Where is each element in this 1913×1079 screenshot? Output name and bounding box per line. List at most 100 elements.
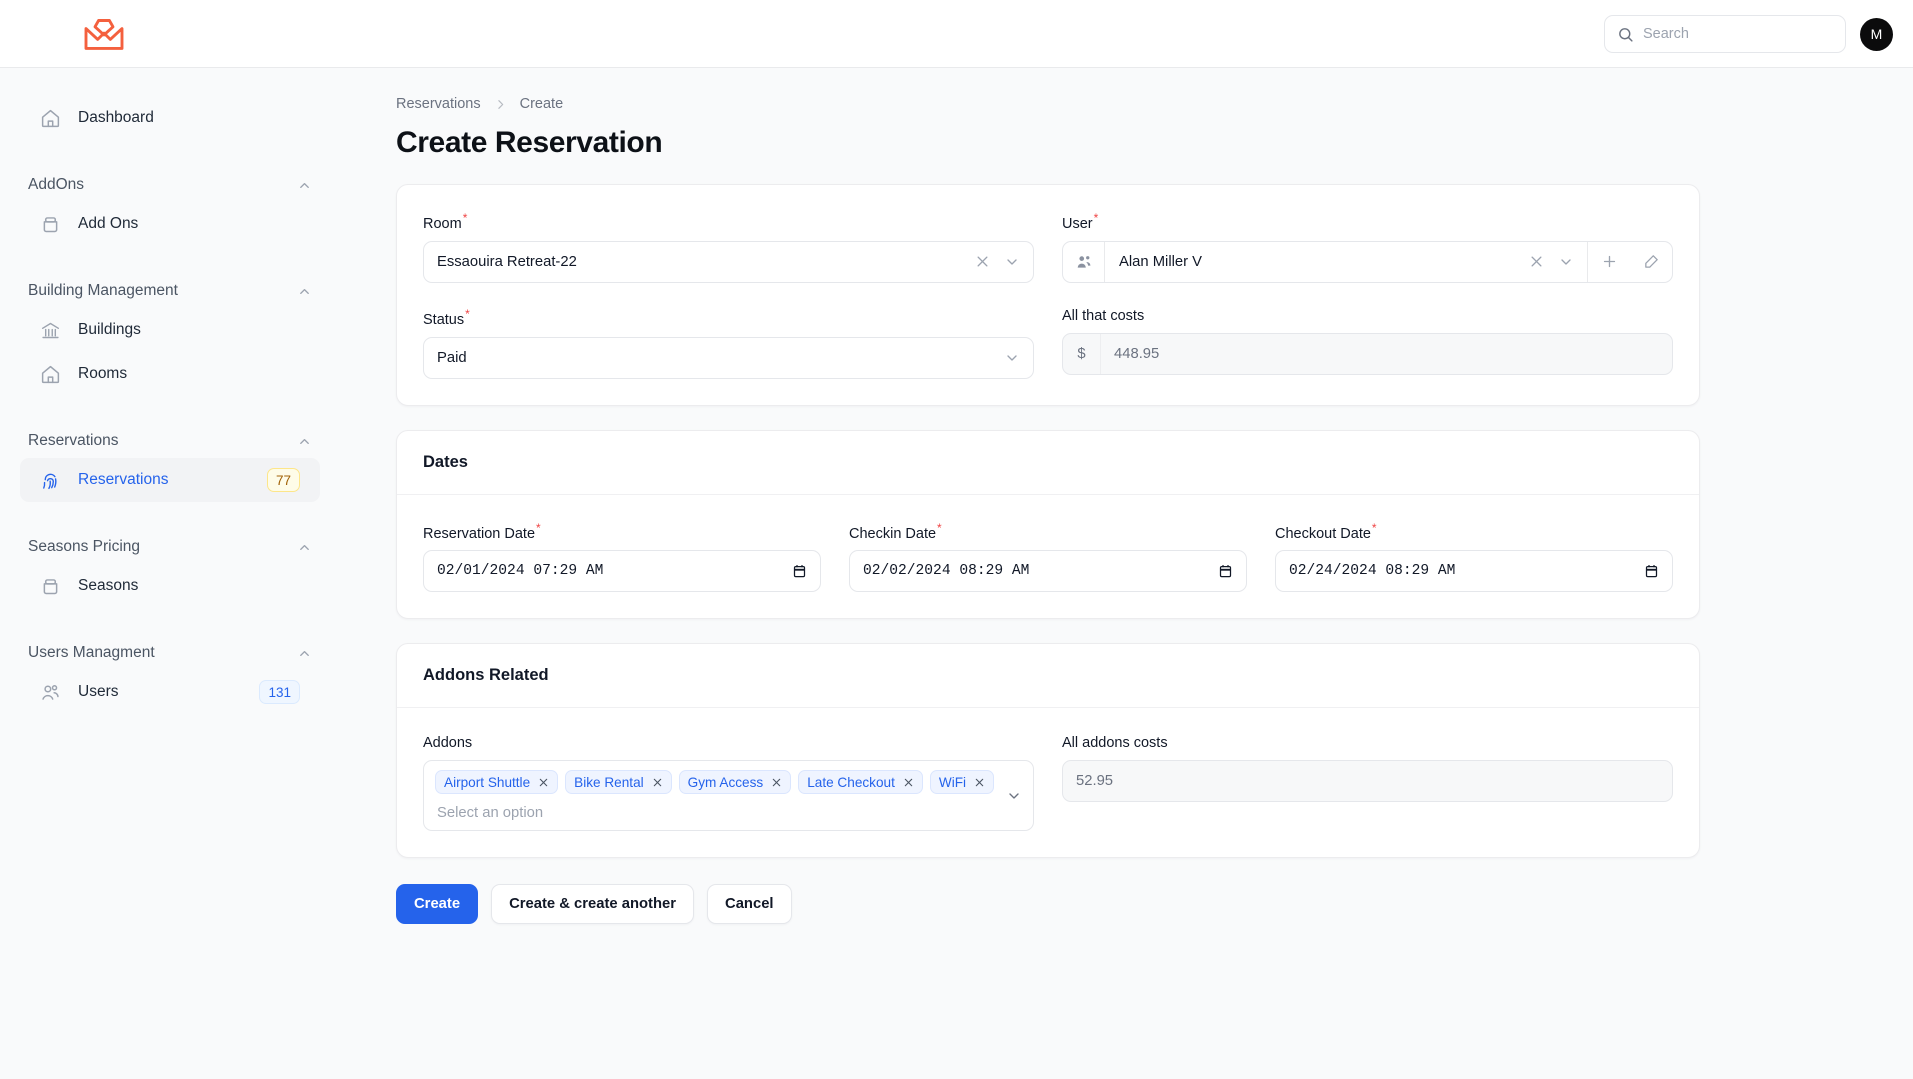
clear-icon[interactable] [1529, 254, 1544, 269]
close-icon[interactable] [538, 777, 549, 788]
box-icon [40, 214, 61, 235]
sidebar-group-label: Building Management [28, 282, 178, 300]
addons-tag-list: Airport Shuttle Bike Rental [435, 770, 998, 794]
chevron-down-icon[interactable] [1558, 254, 1574, 270]
field-room: Room* Essaouira Retreat-22 [423, 211, 1034, 283]
addon-tag-label: Bike Rental [574, 775, 644, 790]
calendar-icon[interactable] [1644, 563, 1659, 579]
field-addons-label: Addons [423, 735, 472, 751]
checkout-date-value: 02/24/2024 08:29 AM [1289, 563, 1455, 579]
sidebar-item-buildings[interactable]: Buildings [20, 308, 320, 352]
clear-icon[interactable] [975, 254, 990, 269]
sidebar-group-label: Seasons Pricing [28, 538, 140, 556]
breadcrumb: Reservations Create [396, 96, 1700, 112]
checkout-date-input[interactable]: 02/24/2024 08:29 AM [1275, 550, 1673, 592]
user-select[interactable]: Alan Miller V [1062, 241, 1673, 283]
edit-user-button[interactable] [1630, 242, 1672, 282]
create-and-create-another-button[interactable]: Create & create another [491, 884, 694, 924]
field-checkout-date: Checkout Date* 02/24/2024 08:29 AM [1275, 521, 1673, 593]
form-actions: Create Create & create another Cancel [396, 884, 1700, 964]
chevron-up-icon [297, 284, 312, 299]
sidebar-item-rooms[interactable]: Rooms [20, 352, 320, 396]
addons-card-title: Addons Related [397, 644, 1699, 708]
chevron-down-icon[interactable] [1004, 254, 1020, 270]
create-button[interactable]: Create [396, 884, 478, 924]
calendar-icon[interactable] [792, 563, 807, 579]
field-reservation-date: Reservation Date* 02/01/2024 07:29 AM [423, 521, 821, 593]
required-asterisk: * [536, 521, 541, 535]
sidebar-group-reservations[interactable]: Reservations [20, 424, 320, 458]
close-icon[interactable] [974, 777, 985, 788]
sidebar-item-seasons[interactable]: Seasons [20, 564, 320, 608]
field-status-label: Status* [423, 307, 470, 328]
calendar-icon[interactable] [1218, 563, 1233, 579]
checkin-date-input[interactable]: 02/02/2024 08:29 AM [849, 550, 1247, 592]
bank-icon [40, 320, 61, 341]
all-that-costs-value: 448.95 [1101, 346, 1159, 362]
sidebar-group-seasons-pricing[interactable]: Seasons Pricing [20, 530, 320, 564]
required-asterisk: * [1094, 211, 1099, 225]
cancel-button[interactable]: Cancel [707, 884, 792, 924]
fingerprint-icon [40, 470, 61, 491]
sidebar-item-reservations[interactable]: Reservations 77 [20, 458, 320, 502]
top-header-bar: M [0, 0, 1913, 68]
close-icon[interactable] [903, 777, 914, 788]
room-select[interactable]: Essaouira Retreat-22 [423, 241, 1034, 283]
reservation-date-input[interactable]: 02/01/2024 07:29 AM [423, 550, 821, 592]
chevron-up-icon [297, 178, 312, 193]
sidebar-group-building-management[interactable]: Building Management [20, 274, 320, 308]
field-all-addons-costs-label: All addons costs [1062, 735, 1168, 751]
sidebar-item-label: Users [78, 683, 118, 701]
field-room-label: Room* [423, 211, 467, 232]
chevron-up-icon [297, 434, 312, 449]
addon-tag: Late Checkout [798, 770, 923, 794]
page-title: Create Reservation [396, 126, 1700, 160]
create-user-button[interactable] [1588, 242, 1630, 282]
sidebar-group-label: Reservations [28, 432, 118, 450]
sidebar-item-users[interactable]: Users 131 [20, 670, 320, 714]
sidebar: Dashboard AddOns Add Ons Building Manage… [0, 68, 340, 1079]
chevron-right-icon [494, 98, 507, 111]
status-select[interactable]: Paid [423, 337, 1034, 379]
field-checkout-date-label: Checkout Date* [1275, 521, 1377, 542]
addons-placeholder[interactable]: Select an option [437, 805, 998, 821]
envelope-logo[interactable] [82, 16, 126, 52]
field-reservation-date-label: Reservation Date* [423, 521, 541, 542]
breadcrumb-parent[interactable]: Reservations [396, 96, 481, 112]
chevron-down-icon[interactable] [1004, 350, 1020, 366]
sidebar-item-label: Buildings [78, 321, 141, 339]
sidebar-item-add-ons[interactable]: Add Ons [20, 202, 320, 246]
addon-tag: Gym Access [679, 770, 792, 794]
reservation-date-value: 02/01/2024 07:29 AM [437, 563, 603, 579]
addon-tag: Bike Rental [565, 770, 672, 794]
field-user-label: User* [1062, 211, 1098, 232]
close-icon[interactable] [771, 777, 782, 788]
search-box[interactable] [1604, 15, 1846, 53]
avatar[interactable]: M [1860, 18, 1893, 51]
sidebar-group-label: AddOns [28, 176, 84, 194]
field-status: Status* Paid [423, 307, 1034, 379]
addon-tag-label: Late Checkout [807, 775, 895, 790]
addon-tag-label: WiFi [939, 775, 966, 790]
addon-tag: Airport Shuttle [435, 770, 558, 794]
field-all-addons-costs: All addons costs 52.95 [1062, 734, 1673, 831]
close-icon[interactable] [652, 777, 663, 788]
users-icon [1063, 242, 1105, 282]
field-all-that-costs-label: All that costs [1062, 308, 1144, 324]
chevron-up-icon [297, 646, 312, 661]
breadcrumb-current[interactable]: Create [520, 96, 564, 112]
field-addons: Addons Airport Shuttle [423, 734, 1034, 831]
sidebar-item-dashboard[interactable]: Dashboard [20, 96, 320, 140]
chevron-down-icon[interactable] [998, 788, 1022, 804]
sidebar-item-label: Seasons [78, 577, 138, 595]
users-icon [40, 682, 61, 703]
field-checkin-date: Checkin Date* 02/02/2024 08:29 AM [849, 521, 1247, 593]
status-select-value: Paid [437, 350, 1004, 366]
search-input[interactable] [1643, 26, 1833, 42]
sidebar-group-users-managment[interactable]: Users Managment [20, 636, 320, 670]
checkin-date-value: 02/02/2024 08:29 AM [863, 563, 1029, 579]
required-asterisk: * [463, 211, 468, 225]
required-asterisk: * [937, 521, 942, 535]
addons-multiselect[interactable]: Airport Shuttle Bike Rental [423, 760, 1034, 831]
sidebar-group-addons[interactable]: AddOns [20, 168, 320, 202]
